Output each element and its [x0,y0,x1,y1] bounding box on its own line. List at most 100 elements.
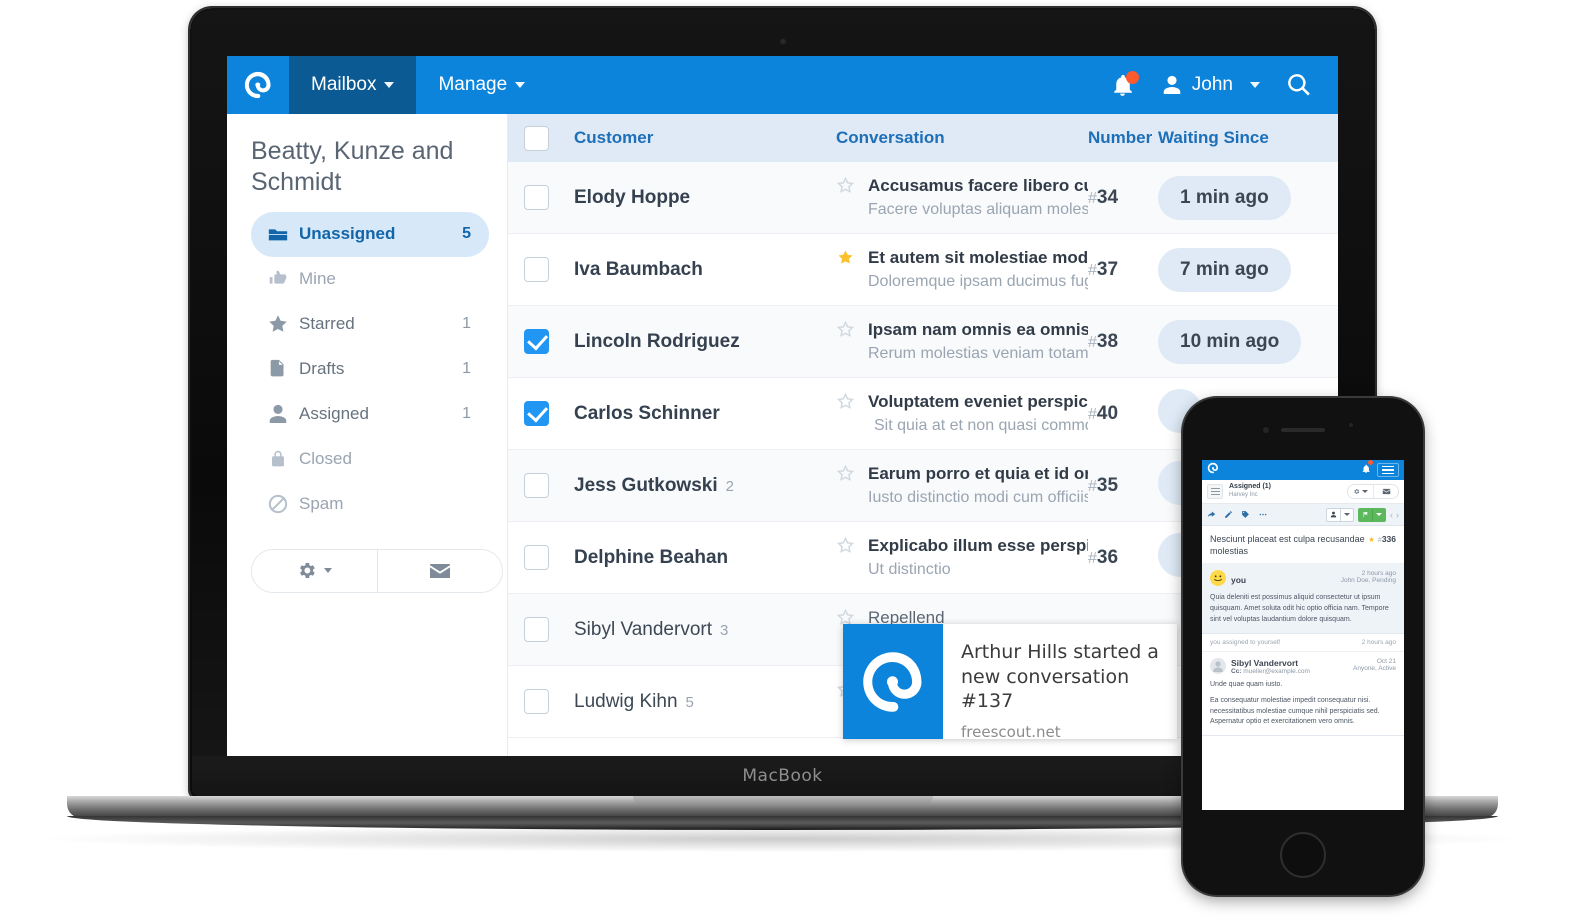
conversation-preview: Iusto distinctio modi cum officiis alias… [868,489,1088,507]
row-checkbox[interactable] [524,473,549,498]
chevron-down-icon [1362,490,1368,493]
sidebar-item-assigned-label: Assigned [299,404,369,423]
row-checkbox[interactable] [524,185,549,210]
user-menu[interactable]: John [1161,74,1260,96]
mobile-system-text: you assigned to yourself [1210,638,1281,646]
sidebar-item-closed[interactable]: Closed [251,437,489,482]
column-header-conversation[interactable]: Conversation [836,128,1088,148]
thread-count: 5 [685,693,694,711]
row-checkbox-cell [524,545,574,570]
column-header-number[interactable]: Number [1088,128,1158,148]
select-all-checkbox[interactable] [524,125,549,151]
desktop-notification-toast[interactable]: Arthur Hills started a new conversation … [843,624,1177,741]
column-header-waiting-since[interactable]: Waiting Since [1158,128,1338,148]
hamburger-icon[interactable] [1377,463,1399,477]
table-row[interactable]: Elody Hoppe Accusamus facere libero cum … [508,162,1338,234]
row-checkbox[interactable] [524,617,549,642]
mobile-system-time: 2 hours ago [1361,638,1396,646]
mobile-folder-info: Assigned (1) Harvey Inc [1229,483,1271,499]
mobile-mailbox-name: Harvey Inc [1229,492,1258,499]
compose-icon[interactable] [1224,506,1233,524]
sidebar-item-starred[interactable]: Starred 1 [251,302,489,347]
conversation-number-value: 37 [1096,258,1119,280]
chevron-right-icon[interactable]: › [1396,510,1399,520]
settings-dropdown-button[interactable] [252,549,377,592]
star-icon[interactable] [836,462,868,510]
customer-cell: Ludwig Kihn 5 [574,691,836,713]
star-icon[interactable] [836,246,868,294]
settings-dropdown-button[interactable] [1348,485,1373,498]
user-menu-label: John [1191,74,1233,95]
hamburger-icon[interactable] [1207,484,1223,499]
mobile-thread-time: Oct 21 [1376,657,1396,665]
sidebar-item-mine[interactable]: Mine [251,257,489,302]
table-row[interactable]: Lincoln Rodriguez Ipsam nam omnis ea omn… [508,306,1338,378]
status-dropdown[interactable] [1358,507,1386,522]
conversation-number: #36 [1088,546,1119,568]
star-icon[interactable] [836,390,868,438]
tag-icon[interactable] [1241,506,1250,524]
column-header-customer[interactable]: Customer [574,128,836,148]
mobile-navbar [1202,460,1404,480]
sidebar-item-drafts[interactable]: Drafts 1 [251,347,489,392]
chevron-left-icon[interactable]: ‹ [1390,510,1393,520]
row-checkbox[interactable] [524,329,549,354]
waiting-since-badge: 7 min ago [1158,247,1291,292]
iphone-home-button[interactable] [1280,832,1326,878]
assignee-dropdown[interactable] [1326,507,1354,522]
mobile-thread-time: 2 hours ago [1361,570,1396,578]
customer-cell: Iva Baumbach [574,259,836,281]
mobile-thread-status: John Doe, Pending [1340,577,1396,585]
sidebar-item-assigned-count: 1 [462,405,471,422]
conversation-subject: Explicabo illum esse perspiciatis repell… [868,535,1088,555]
star-icon[interactable] [836,174,868,222]
thread-count: 3 [720,621,729,639]
mobile-thread-paragraph: Ea consequatur molestiae impedit consequ… [1210,696,1380,726]
customer-cell: Carlos Schinner [574,403,836,425]
nav-item-manage[interactable]: Manage [416,56,547,114]
bell-icon[interactable] [1361,460,1373,479]
sidebar-item-assigned[interactable]: Assigned 1 [251,392,489,437]
mobile-thread-list: you 2 hours ago John Doe, Pending Quia d… [1202,564,1404,737]
desktop-notification-title: Arthur Hills started a new conversation … [961,641,1159,713]
search-icon[interactable] [1286,72,1312,98]
waiting-since-cell: 1 min ago [1158,175,1338,220]
new-conversation-button[interactable] [376,549,502,592]
user-icon [267,403,299,425]
conversation-cell: Ipsam nam omnis ea omnis beatae. Rerum m… [836,318,1088,366]
new-conversation-button[interactable] [1373,485,1398,498]
table-row[interactable]: Iva Baumbach Et autem sit molestiae modi… [508,234,1338,306]
conversation-cell: Voluptatem eveniet perspiciatis aut illo… [836,390,1088,438]
customer-name: Delphine Beahan [574,546,729,568]
iphone-camera-icon [1263,427,1269,433]
mobile-thread-body: Unde quae quam iusto. Ea consequatur mol… [1210,680,1396,728]
bell-icon[interactable] [1110,70,1139,98]
chevron-down-icon [1340,508,1353,521]
sidebar-item-unassigned-count: 5 [462,225,471,242]
star-icon[interactable] [836,318,868,366]
sidebar-item-starred-label: Starred [299,314,355,333]
sidebar-item-spam[interactable]: Spam [251,482,489,527]
freescout-logo-icon[interactable] [1207,461,1219,479]
row-checkbox[interactable] [524,689,549,714]
sidebar-item-unassigned[interactable]: Unassigned 5 [251,211,489,257]
more-icon[interactable] [1258,506,1268,524]
mobile-subject-meta: #336 [1368,533,1396,544]
chevron-down-icon [384,82,395,88]
mobile-thread-meta: 2 hours ago John Doe, Pending [1341,570,1396,584]
nav-item-mailbox[interactable]: Mailbox [289,56,417,114]
mobile-conversation-number-value: 336 [1381,534,1396,544]
star-icon[interactable] [836,534,868,582]
conversation-preview: Sit quia at et non quasi commodi ullam. … [874,417,1088,435]
freescout-logo-icon[interactable] [227,56,289,114]
list-item[interactable]: you 2 hours ago John Doe, Pending Quia d… [1202,564,1404,634]
waiting-since-cell: 10 min ago [1158,319,1338,364]
customer-name: Carlos Schinner [574,402,720,424]
forward-icon[interactable] [1207,506,1216,524]
row-checkbox[interactable] [524,257,549,282]
list-item[interactable]: Sibyl Vandervort Cc: mueller@example.com… [1202,651,1404,737]
row-checkbox[interactable] [524,545,549,570]
mobile-thread-header: Sibyl Vandervort Cc: mueller@example.com… [1210,657,1396,675]
mobile-thread-paragraph: Unde quae quam iusto. [1210,680,1283,688]
row-checkbox[interactable] [524,401,549,426]
